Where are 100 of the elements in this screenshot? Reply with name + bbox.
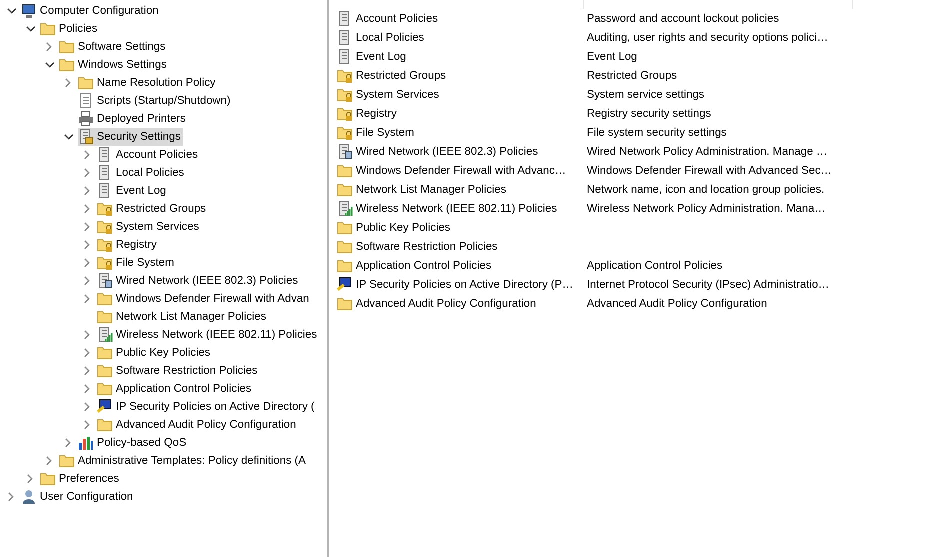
chevron-right-icon[interactable] — [84, 204, 91, 214]
description-cell: Windows Defender Firewall with Advanced Sec… — [587, 164, 832, 176]
tree-item[interactable]: System Services — [97, 218, 202, 236]
chevron-right-icon[interactable] — [84, 420, 91, 430]
description-cell: File system security settings — [587, 126, 727, 138]
list-item[interactable]: Software Restriction Policies — [337, 238, 587, 254]
tree-item[interactable]: Policies — [40, 20, 100, 38]
description-cell: Advanced Audit Policy Configuration — [587, 298, 768, 310]
folder-icon — [40, 21, 56, 37]
list-item[interactable]: Windows Defender Firewall with Advanc… — [337, 162, 587, 178]
tree-item[interactable]: Local Policies — [97, 164, 186, 182]
folder-icon — [97, 309, 113, 325]
list-item[interactable]: System Services — [337, 86, 587, 102]
chevron-right-icon[interactable] — [84, 276, 91, 286]
list-item[interactable]: Network List Manager Policies — [337, 182, 587, 198]
locked-folder-icon — [97, 237, 113, 253]
description-cell: Internet Protocol Security (IPsec) Administratio… — [587, 278, 830, 290]
tree-item[interactable]: Scripts (Startup/Shutdown) — [78, 92, 233, 110]
list-item[interactable]: Application Control Policies — [337, 258, 587, 274]
list-item[interactable]: File System — [337, 124, 587, 140]
description-cell: Auditing, user rights and security options polici… — [587, 32, 828, 44]
chevron-right-icon[interactable] — [65, 438, 72, 448]
tree-item[interactable]: Restricted Groups — [97, 200, 208, 218]
tree-item[interactable]: IP Security Policies on Active Directory ( — [97, 398, 317, 416]
chevron-right-icon[interactable] — [46, 42, 53, 52]
chevron-right-icon[interactable] — [84, 294, 91, 304]
chevron-right-icon[interactable] — [8, 492, 15, 502]
tree-item[interactable]: Application Control Policies — [97, 380, 254, 398]
folder-icon — [337, 220, 353, 236]
wireless-bars-icon — [97, 327, 113, 343]
tree-item[interactable]: User Configuration — [21, 488, 136, 506]
folder-icon — [97, 417, 113, 433]
security-lock-icon — [78, 129, 94, 145]
chevron-right-icon[interactable] — [84, 240, 91, 250]
tree-item[interactable]: Public Key Policies — [97, 344, 213, 362]
tree-item[interactable]: Administrative Templates: Policy definitions (A — [59, 452, 308, 470]
list-item[interactable]: Wired Network (IEEE 802.3) Policies — [337, 144, 587, 160]
list-item[interactable]: IP Security Policies on Active Directory (P… — [337, 276, 587, 292]
chevron-down-icon[interactable] — [26, 26, 36, 32]
list-item[interactable]: Registry — [337, 106, 587, 122]
script-icon — [78, 93, 94, 109]
tree-item[interactable]: Account Policies — [97, 146, 200, 164]
chevron-down-icon[interactable] — [64, 134, 74, 140]
chevron-right-icon[interactable] — [65, 78, 72, 88]
description-cell: Registry security settings — [587, 108, 712, 120]
tree-item[interactable]: Deployed Printers — [78, 110, 188, 128]
description-cell: Restricted Groups — [587, 70, 678, 82]
tree-item[interactable]: Software Settings — [59, 38, 168, 56]
tree-item[interactable]: Registry — [97, 236, 160, 254]
folder-icon — [337, 258, 353, 274]
chevron-right-icon[interactable] — [84, 366, 91, 376]
list-item[interactable]: Wireless Network (IEEE 802.11) Policies — [337, 200, 587, 216]
list-item[interactable]: Public Key Policies — [337, 220, 587, 236]
tree-item[interactable]: Advanced Audit Policy Configuration — [97, 416, 298, 434]
monitor-key-icon — [337, 276, 353, 292]
locked-folder-icon — [337, 68, 353, 84]
tree-item[interactable]: Windows Defender Firewall with Advan — [97, 290, 312, 308]
chevron-right-icon[interactable] — [84, 150, 91, 160]
folder-icon — [337, 182, 353, 198]
tree-item[interactable]: Event Log — [97, 182, 168, 200]
folder-icon — [59, 453, 75, 469]
chevron-right-icon[interactable] — [84, 222, 91, 232]
description-cell: Network name, icon and location group policies. — [587, 184, 825, 196]
description-cell: Wired Network Policy Administration. Manage … — [587, 146, 828, 158]
tree-item[interactable]: Network List Manager Policies — [97, 308, 268, 326]
tree-item[interactable]: Security Settings — [78, 128, 183, 146]
list-item[interactable]: Local Policies — [337, 30, 587, 46]
list-item[interactable]: Advanced Audit Policy Configuration — [337, 296, 587, 312]
description-cell: Event Log — [587, 50, 638, 62]
tree-item[interactable]: Policy-based QoS — [78, 434, 189, 452]
chevron-right-icon[interactable] — [84, 384, 91, 394]
tree-item[interactable]: Software Restriction Policies — [97, 362, 260, 380]
tree-item[interactable]: Name Resolution Policy — [78, 74, 218, 92]
tree-item[interactable]: Wireless Network (IEEE 802.11) Policies — [97, 326, 320, 344]
chevron-right-icon[interactable] — [84, 186, 91, 196]
tree-item[interactable]: Computer Configuration — [21, 2, 161, 20]
locked-folder-icon — [337, 124, 353, 140]
chevron-right-icon[interactable] — [84, 168, 91, 178]
chevron-down-icon[interactable] — [44, 62, 54, 68]
tree-item[interactable]: Windows Settings — [59, 56, 169, 74]
folder-icon — [97, 291, 113, 307]
chevron-right-icon[interactable] — [46, 456, 53, 466]
chevron-down-icon[interactable] — [6, 8, 16, 14]
tree-item[interactable]: Wired Network (IEEE 802.3) Policies — [97, 272, 300, 290]
chevron-right-icon[interactable] — [84, 348, 91, 358]
chevron-right-icon[interactable] — [84, 258, 91, 268]
chevron-right-icon[interactable] — [27, 474, 34, 484]
list-item[interactable]: Restricted Groups — [337, 68, 587, 84]
tree-item[interactable]: Preferences — [40, 470, 122, 488]
chevron-right-icon[interactable] — [84, 330, 91, 340]
tree-item[interactable]: File System — [97, 254, 176, 272]
wireless-bars-icon — [337, 200, 353, 216]
chevron-right-icon[interactable] — [84, 402, 91, 412]
folder-icon — [59, 57, 75, 73]
folder-icon — [59, 39, 75, 55]
locked-folder-icon — [337, 106, 353, 122]
list-item[interactable]: Account Policies — [337, 10, 587, 26]
list-item[interactable]: Event Log — [337, 48, 587, 64]
bar-chart-icon — [78, 435, 94, 451]
folder-icon — [337, 238, 353, 254]
